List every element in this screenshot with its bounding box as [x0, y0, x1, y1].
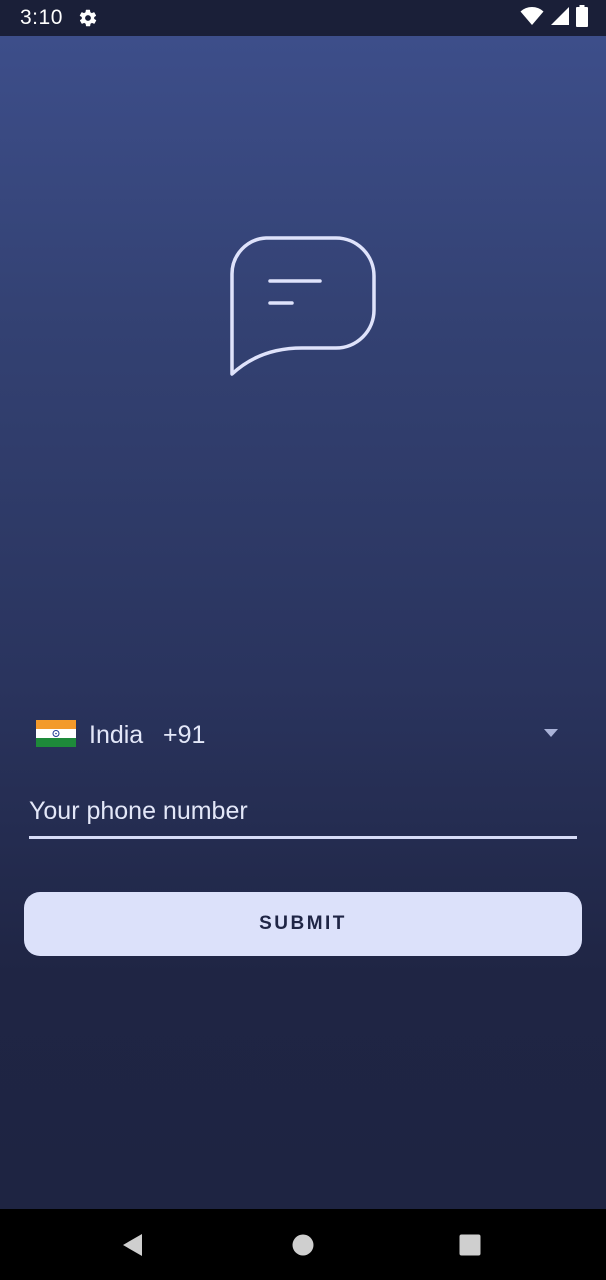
status-time: 3:10	[20, 6, 63, 29]
signal-icon	[550, 6, 570, 31]
phone-number-input[interactable]	[29, 788, 577, 834]
back-icon[interactable]	[119, 1231, 147, 1259]
settings-gear-icon	[78, 8, 98, 28]
system-nav-bar	[0, 1209, 606, 1280]
chat-bubble-icon	[226, 234, 380, 380]
wifi-icon	[520, 6, 544, 31]
status-bar: 3:10	[0, 0, 606, 36]
login-panel: India +91 SUBMIT	[0, 36, 606, 1209]
phone-field	[29, 788, 577, 839]
country-name: India	[89, 721, 144, 749]
recents-icon[interactable]	[456, 1231, 484, 1259]
app-screen: 3:10 India +91 Your phone number SUBMIT	[0, 0, 606, 1280]
battery-icon	[576, 4, 588, 32]
submit-button[interactable]: SUBMIT	[24, 892, 582, 956]
india-flag-icon	[36, 720, 76, 747]
home-icon[interactable]	[289, 1231, 317, 1259]
caret-down-icon[interactable]	[544, 729, 558, 737]
dial-code: +91	[163, 721, 206, 749]
country-selector[interactable]: India +91	[36, 712, 566, 756]
status-icons	[520, 4, 588, 32]
